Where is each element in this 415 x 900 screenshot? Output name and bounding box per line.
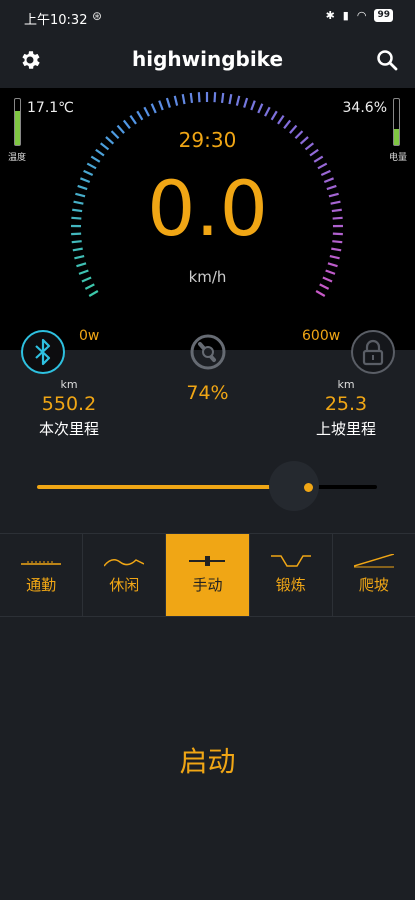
gauge-tick: [74, 254, 85, 260]
speed-unit: km/h: [188, 268, 227, 286]
gauge-tick: [315, 290, 326, 297]
gauge-tick: [165, 97, 171, 108]
climb-value: 25.3: [324, 393, 368, 415]
mode-label: 锻炼: [275, 576, 306, 594]
flat-line-icon: [21, 561, 61, 565]
power-min-label: 0w: [79, 328, 100, 344]
temperature-value: 17.1℃: [27, 100, 74, 116]
lock-button[interactable]: [351, 330, 395, 374]
gauge-tick: [257, 103, 264, 114]
climb-distance: km 25.3 上坡里程: [286, 378, 406, 439]
ride-timer: 29:30: [178, 128, 237, 152]
gauge-tick: [88, 290, 99, 297]
speed-dashboard: 17.1℃ 温度 34.6% 电量 29:30 0.0 km/h 0w 600w: [0, 88, 415, 350]
gauge-tick: [150, 103, 157, 114]
assist-slider-dot: [304, 483, 313, 492]
bluetooth-status-icon: ✱: [325, 9, 335, 22]
climb-unit: km: [337, 378, 355, 391]
app-title: highwingbike: [131, 47, 284, 71]
gauge-tick: [189, 92, 194, 104]
gauge-tick: [143, 106, 150, 117]
gauge-tick: [129, 115, 137, 125]
battery-value: 34.6%: [342, 100, 387, 116]
search-icon[interactable]: [375, 48, 399, 72]
mode-commute[interactable]: 通勤: [0, 534, 84, 616]
gauge-tick: [90, 155, 101, 163]
power-max-label: 600w: [302, 328, 341, 344]
mode-manual[interactable]: 手动: [166, 534, 250, 616]
status-time: 上午10:32: [24, 13, 88, 28]
mode-label: 手动: [192, 576, 223, 594]
assist-level-icon: [190, 334, 226, 370]
wifi-icon: ◠: [356, 9, 367, 22]
gauge-tick: [173, 95, 179, 106]
status-bar: 上午10:32 ⊛ ✱ ▮ ◠ 99: [0, 0, 415, 34]
gauge-tick: [181, 93, 186, 105]
alarm-icon: ⊛: [92, 9, 103, 23]
mode-label: 通勤: [26, 576, 57, 594]
gauge-tick: [220, 92, 225, 104]
gauge-tick: [158, 100, 164, 111]
speed-value: 0.0: [147, 164, 268, 253]
gauge-tick: [250, 100, 256, 111]
gauge-tick: [228, 93, 233, 105]
mode-climb[interactable]: 爬坡: [332, 534, 415, 616]
gauge-tick: [329, 254, 340, 260]
mode-label: 休闲: [109, 576, 140, 594]
bluetooth-button[interactable]: [21, 330, 65, 374]
mode-leisure[interactable]: 休闲: [83, 534, 167, 616]
gauge-tick: [313, 155, 324, 163]
wave-line-icon: [104, 559, 145, 567]
climb-label: 上坡里程: [315, 420, 376, 438]
gauge-tick: [243, 97, 249, 108]
lock-icon: [362, 339, 384, 366]
bluetooth-icon: [35, 338, 51, 366]
gauge-tick: [277, 115, 285, 125]
gauge-tick: [235, 95, 241, 106]
gauge-tick: [213, 92, 217, 103]
manual-slider-icon: [189, 556, 226, 566]
start-button[interactable]: 启动: [0, 740, 415, 780]
app-bar: highwingbike: [0, 34, 415, 88]
assist-slider[interactable]: [37, 485, 377, 489]
mode-workout[interactable]: 锻炼: [249, 534, 333, 616]
gauge-tick: [197, 92, 201, 103]
gauge-tick: [76, 262, 87, 268]
assist-slider-fill: [37, 485, 289, 489]
signal-icon: ▮: [342, 9, 349, 22]
gauge-tick: [264, 106, 271, 117]
mode-label: 爬坡: [358, 576, 389, 594]
gauge-tick: [136, 110, 144, 121]
valley-line-icon: [270, 555, 311, 567]
battery-status-icon: 99: [374, 9, 393, 22]
slope-line-icon: [353, 554, 394, 568]
gauge-tick: [270, 110, 278, 121]
gauge-tick: [327, 262, 338, 268]
mode-selector: 通勤 休闲 手动 锻炼 爬坡: [0, 533, 415, 617]
trip-label: 本次里程: [38, 420, 99, 438]
status-icons: ✱ ▮ ◠ 99: [326, 9, 393, 22]
